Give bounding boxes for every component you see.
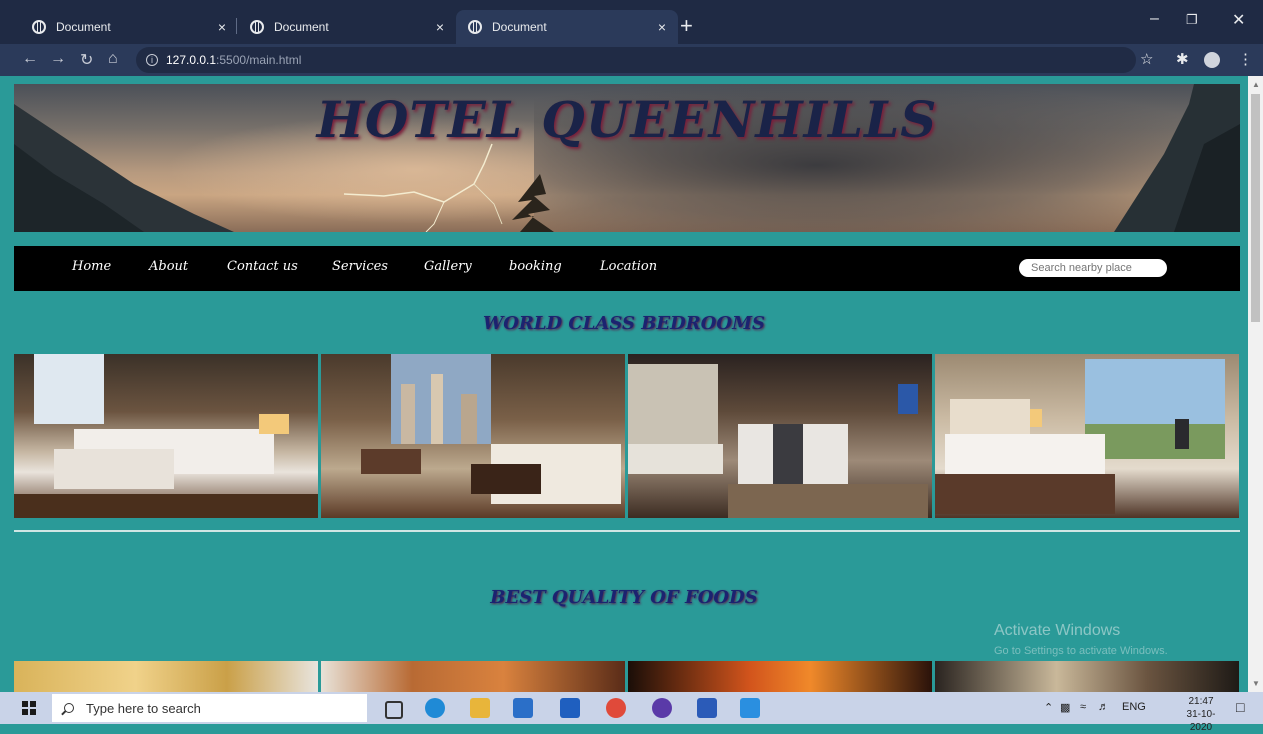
browser-tab-2[interactable]: Document × — [238, 10, 456, 44]
taskbar-search-placeholder: Type here to search — [86, 700, 201, 716]
menu-kebab-icon[interactable]: ⋮ — [1238, 50, 1253, 68]
notifications-icon[interactable]: □ — [1236, 699, 1244, 715]
globe-icon — [250, 20, 264, 34]
globe-icon — [32, 20, 46, 34]
clock-time: 21:47 — [1188, 696, 1214, 707]
wifi-icon[interactable]: ≈ — [1080, 701, 1086, 713]
mail-icon[interactable] — [560, 698, 580, 718]
tab-separator — [236, 18, 237, 34]
site-title: HOTEL QUEENHILLS — [316, 90, 938, 149]
tab-title: Document — [492, 20, 547, 34]
page-scrollbar[interactable]: ▲ ▼ — [1248, 76, 1263, 692]
search-input[interactable] — [1019, 259, 1167, 277]
bookmark-star-icon[interactable]: ☆ — [1140, 50, 1153, 68]
scrollbar-thumb[interactable] — [1251, 94, 1260, 322]
page-viewport: HOTEL QUEENHILLS Home About Contact us S… — [0, 76, 1248, 692]
edge-browser-icon[interactable] — [425, 698, 445, 718]
show-hidden-icons-icon[interactable]: ⌃ — [1044, 701, 1053, 714]
file-explorer-icon[interactable] — [470, 698, 490, 718]
close-icon[interactable]: × — [218, 19, 226, 35]
bedroom-photo-2-illustration — [361, 354, 621, 504]
home-icon[interactable]: ⌂ — [108, 50, 118, 68]
section-divider — [14, 530, 1240, 532]
browser-tab-bar: Document × Document × Document × + – ❐ ✕ — [0, 0, 1263, 44]
forward-icon[interactable]: → — [50, 50, 66, 68]
network-icon[interactable]: ▩ — [1060, 701, 1070, 714]
nav-home[interactable]: Home — [72, 259, 111, 274]
profile-avatar-icon[interactable] — [1204, 52, 1220, 68]
nav-booking[interactable]: booking — [509, 259, 562, 274]
new-tab-button[interactable]: + — [680, 12, 693, 40]
tab-title: Document — [274, 20, 329, 34]
restore-icon[interactable]: ❐ — [1186, 12, 1198, 28]
food-photo-4 — [935, 661, 1239, 692]
bedrooms-heading: WORLD CLASS BEDROOMS — [483, 313, 765, 334]
language-indicator[interactable]: ENG — [1122, 701, 1146, 713]
activate-windows-subtext: Go to Settings to activate Windows. — [994, 645, 1168, 657]
clock-date: 31-10-2020 — [1186, 709, 1216, 733]
search-icon — [64, 703, 74, 713]
bedroom-photo-3 — [628, 354, 932, 518]
vscode-icon[interactable] — [740, 698, 760, 718]
browser-tab-3[interactable]: Document × — [456, 10, 678, 44]
store-icon[interactable] — [513, 698, 533, 718]
main-nav: Home About Contact us Services Gallery b… — [14, 246, 1240, 291]
close-icon[interactable]: × — [658, 19, 666, 35]
bedroom-photo-1-illustration — [14, 354, 318, 518]
nav-gallery[interactable]: Gallery — [424, 259, 472, 274]
windows-start-icon[interactable] — [22, 701, 36, 715]
scroll-up-icon[interactable]: ▲ — [1252, 80, 1260, 89]
bedroom-photo-3-illustration — [628, 364, 928, 518]
url-path: :5500/main.html — [216, 53, 302, 67]
bedroom-photo-1 — [14, 354, 318, 518]
bedroom-photo-2 — [321, 354, 625, 518]
tab-title: Document — [56, 20, 111, 34]
word-icon[interactable] — [697, 698, 717, 718]
nav-contact-us[interactable]: Contact us — [227, 259, 298, 274]
address-bar[interactable]: i 127.0.0.1:5500/main.html — [136, 47, 1136, 73]
browser-toolbar: ← → ↻ ⌂ i 127.0.0.1:5500/main.html ☆ ✱ ⋮ — [0, 44, 1263, 76]
window-close-icon[interactable]: ✕ — [1232, 10, 1245, 30]
chrome-icon[interactable] — [606, 698, 626, 718]
volume-icon[interactable]: ♬ — [1098, 701, 1109, 713]
bedroom-photo-4 — [935, 354, 1239, 518]
food-photo-2 — [321, 661, 625, 692]
info-icon[interactable]: i — [146, 54, 158, 66]
browser-tab-1[interactable]: Document × — [20, 10, 238, 44]
taskbar-search-box[interactable]: Type here to search — [52, 694, 367, 722]
taskbar-clock[interactable]: 21:47 31-10-2020 — [1180, 695, 1222, 734]
globe-icon — [468, 20, 482, 34]
extensions-icon[interactable]: ✱ — [1176, 50, 1189, 68]
foods-heading: BEST QUALITY OF FOODS — [490, 587, 758, 608]
food-photo-3 — [628, 661, 932, 692]
scroll-down-icon[interactable]: ▼ — [1252, 679, 1260, 688]
nav-about[interactable]: About — [149, 259, 188, 274]
nav-location[interactable]: Location — [600, 259, 657, 274]
minimize-icon[interactable]: – — [1150, 10, 1159, 28]
food-photo-1 — [14, 661, 318, 692]
url-host: 127.0.0.1 — [166, 53, 217, 67]
close-icon[interactable]: × — [436, 19, 444, 35]
bedroom-photo-4-illustration — [935, 359, 1225, 514]
nav-services[interactable]: Services — [332, 259, 388, 274]
media-player-icon[interactable] — [652, 698, 672, 718]
header-banner: HOTEL QUEENHILLS — [14, 84, 1240, 232]
reload-icon[interactable]: ↻ — [80, 50, 93, 70]
back-icon[interactable]: ← — [22, 50, 38, 68]
windows-taskbar: Type here to search ⌃ ▩ ≈ ♬ ENG 21:47 31… — [0, 692, 1263, 733]
activate-windows-watermark: Activate Windows — [994, 622, 1121, 639]
task-view-icon[interactable] — [385, 701, 403, 719]
